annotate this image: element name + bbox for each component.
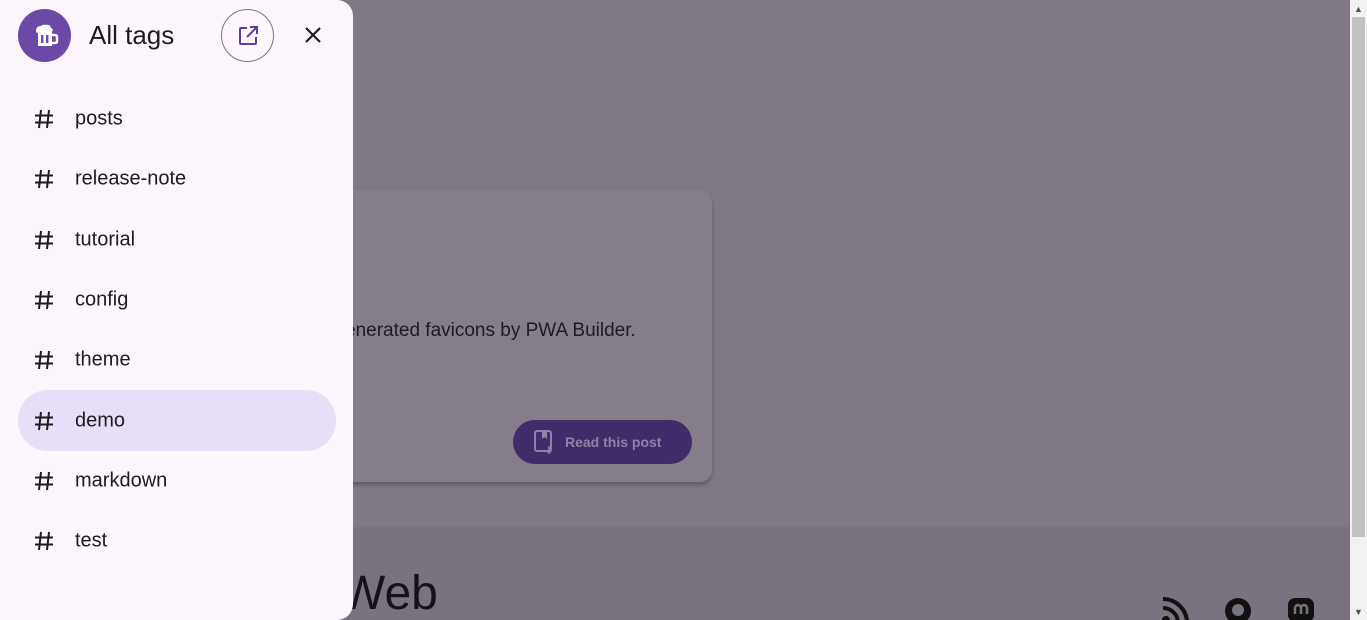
tag-label: markdown [75,469,168,492]
github-icon[interactable] [1223,596,1253,620]
hashtag-icon [35,351,53,370]
tags-drawer: All tags posts release-note tutorial con… [0,0,353,620]
tag-item-demo[interactable]: demo [18,390,336,451]
page-scrollbar[interactable]: ▲ ▼ [1350,0,1367,620]
post-card-description: enerated favicons by PWA Builder. [345,320,636,341]
close-icon [305,27,321,43]
open-in-new-icon [238,25,258,45]
tag-item-markdown[interactable]: markdown [18,451,336,511]
tag-label: demo [75,409,126,432]
tag-label: tutorial [75,228,136,251]
drawer-header: All tags [0,0,353,72]
tag-item-posts[interactable]: posts [18,89,336,149]
app-logo[interactable] [18,9,71,62]
scroll-thumb[interactable] [1352,17,1365,537]
open-tags-page-button[interactable] [221,9,274,62]
hashtag-icon [35,471,53,491]
tag-item-theme[interactable]: theme [18,330,336,390]
close-drawer-button[interactable] [293,15,333,55]
tag-list: posts release-note tutorial config theme… [18,89,336,571]
hashtag-icon [35,290,53,310]
mastodon-icon[interactable] [1286,596,1316,620]
scroll-up-arrow-icon[interactable]: ▲ [1350,0,1367,17]
book-icon [534,430,553,454]
hashtag-icon [35,110,53,129]
hashtag-icon [35,170,53,189]
tag-label: release-note [75,167,187,190]
tag-item-release-note[interactable]: release-note [18,149,336,209]
beer-mug-icon [35,24,58,46]
read-post-button[interactable]: Read this post [513,420,692,464]
hashtag-icon [35,411,53,430]
tag-label: posts [75,107,123,130]
tag-item-test[interactable]: test [18,511,336,571]
drawer-title: All tags [89,20,175,50]
read-post-button-label: Read this post [565,434,662,450]
footer-title: Web [340,567,438,620]
tag-label: config [75,288,129,311]
scroll-down-arrow-icon[interactable]: ▼ [1350,603,1367,620]
tag-label: test [75,529,108,552]
tag-item-config[interactable]: config [18,270,336,330]
hashtag-icon [35,230,53,249]
hashtag-icon [35,532,53,551]
tag-item-tutorial[interactable]: tutorial [18,210,336,270]
tag-label: theme [75,348,131,371]
rss-icon[interactable] [1160,596,1190,620]
